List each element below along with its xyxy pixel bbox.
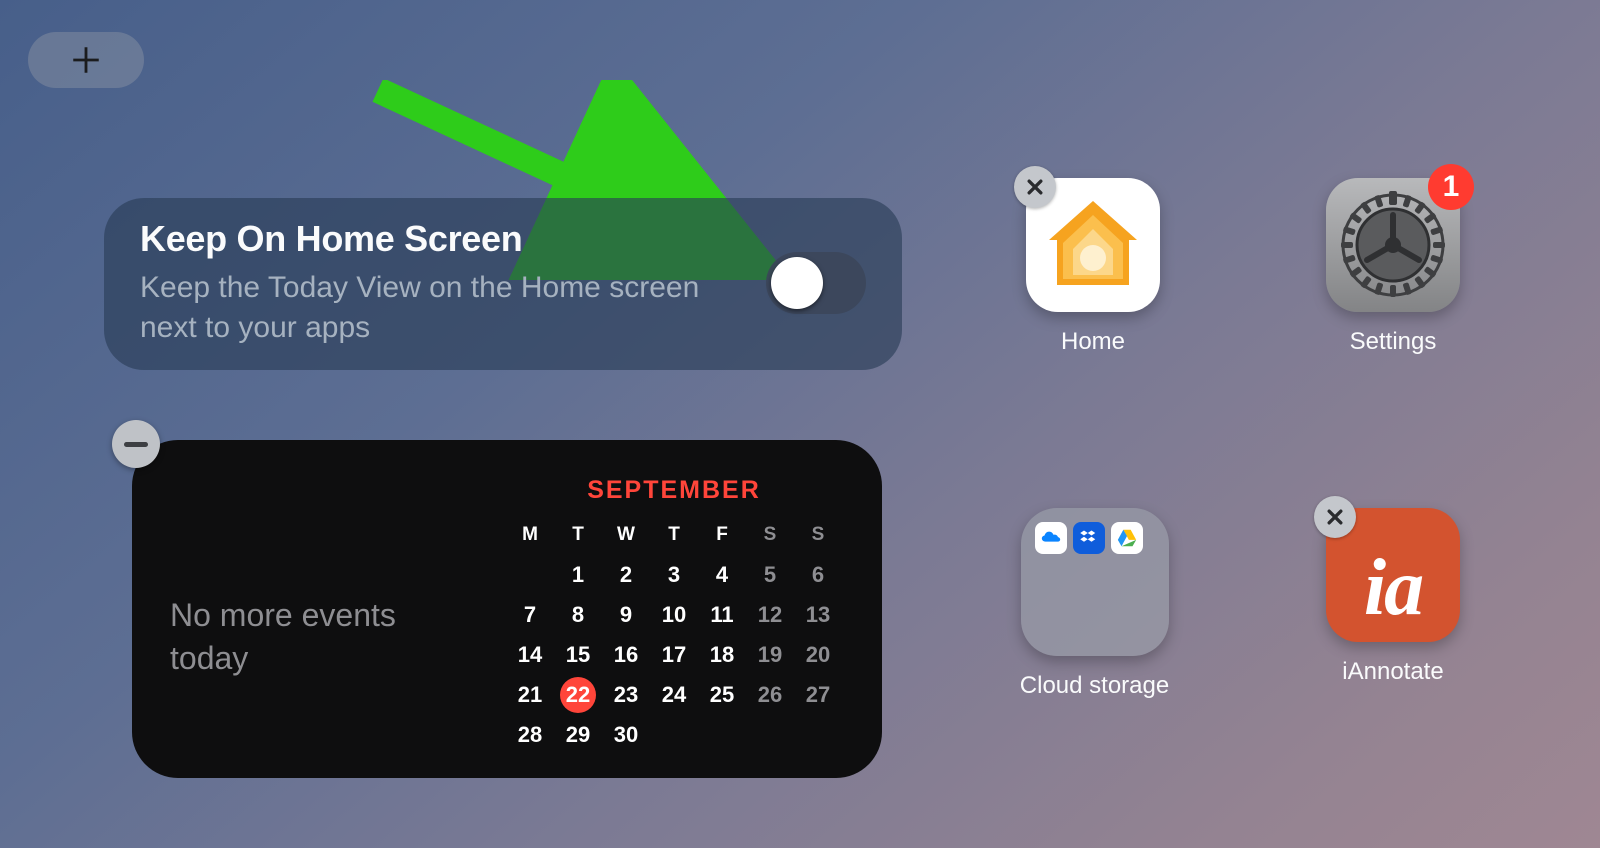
calendar-day-cell: 3: [651, 555, 697, 595]
folder-label: Cloud storage: [1002, 672, 1187, 700]
calendar-day-header: F: [699, 515, 745, 555]
google-drive-mini-icon: [1111, 522, 1143, 554]
calendar-day-header: T: [555, 515, 601, 555]
calendar-day-cell: 12: [747, 595, 793, 635]
calendar-day-cell: 28: [507, 715, 553, 755]
dropbox-mini-icon: [1073, 522, 1105, 554]
iannotate-icon-box: ia: [1326, 508, 1460, 642]
folder-contents: [1035, 522, 1155, 554]
calendar-day-cell: 24: [651, 675, 697, 715]
calendar-day-cell: 15: [555, 635, 601, 675]
calendar-grid: MTWTFSS123456789101112131415161718192021…: [507, 515, 841, 755]
app-settings[interactable]: 1: [1318, 178, 1468, 356]
calendar-day-cell: 13: [795, 595, 841, 635]
calendar-day-cell: 7: [507, 595, 553, 635]
remove-widget-button[interactable]: [112, 420, 160, 468]
calendar-day-cell: 21: [507, 675, 553, 715]
folder-icon-box: [1021, 508, 1169, 656]
calendar-day-cell: 25: [699, 675, 745, 715]
calendar-day-cell: [651, 715, 697, 755]
calendar-widget[interactable]: No more events today SEPTEMBER MTWTFSS12…: [132, 440, 882, 778]
calendar-day-cell: 6: [795, 555, 841, 595]
calendar-day-header: S: [795, 515, 841, 555]
calendar-day-cell: 27: [795, 675, 841, 715]
calendar-day-cell: 5: [747, 555, 793, 595]
folder-cloud-storage[interactable]: Cloud storage: [1002, 508, 1187, 700]
calendar-day-cell: 9: [603, 595, 649, 635]
keep-on-home-toggle[interactable]: [766, 252, 866, 314]
onedrive-mini-icon: [1035, 522, 1067, 554]
calendar-day-cell: 20: [795, 635, 841, 675]
delete-app-button[interactable]: [1314, 496, 1356, 538]
calendar-day-cell: 14: [507, 635, 553, 675]
calendar-day-cell: 18: [699, 635, 745, 675]
delete-app-button[interactable]: [1014, 166, 1056, 208]
close-icon: [1025, 177, 1045, 197]
app-home[interactable]: Home: [1018, 178, 1168, 356]
calendar-day-cell: 19: [747, 635, 793, 675]
notification-badge: 1: [1428, 164, 1474, 210]
calendar-day-cell: 8: [555, 595, 601, 635]
calendar-day-cell: 11: [699, 595, 745, 635]
calendar-day-cell: 1: [555, 555, 601, 595]
calendar-events-message: No more events today: [170, 594, 430, 680]
calendar-day-cell: 16: [603, 635, 649, 675]
calendar-day-cell: 23: [603, 675, 649, 715]
toggle-knob: [771, 257, 823, 309]
app-label: Home: [1018, 328, 1168, 356]
calendar-day-cell: 26: [747, 675, 793, 715]
home-icon-box: [1026, 178, 1160, 312]
calendar-day-header: W: [603, 515, 649, 555]
keep-on-home-card: Keep On Home Screen Keep the Today View …: [104, 198, 902, 370]
calendar-day-cell: 22: [555, 675, 601, 715]
calendar-day-cell: 4: [699, 555, 745, 595]
app-label: iAnnotate: [1318, 658, 1468, 686]
add-widget-button[interactable]: [28, 32, 144, 88]
calendar-day-cell: [507, 555, 553, 595]
calendar-day-cell: [747, 715, 793, 755]
calendar-month-label: SEPTEMBER: [587, 476, 761, 505]
calendar-day-cell: [795, 715, 841, 755]
gear-icon: [1337, 189, 1449, 301]
calendar-day-header: T: [651, 515, 697, 555]
plus-icon: [69, 43, 103, 77]
calendar-day-cell: 17: [651, 635, 697, 675]
calendar-day-cell: 30: [603, 715, 649, 755]
close-icon: [1325, 507, 1345, 527]
keep-on-home-title: Keep On Home Screen: [140, 218, 766, 260]
app-label: Settings: [1318, 328, 1468, 356]
calendar-day-header: M: [507, 515, 553, 555]
calendar-day-cell: [699, 715, 745, 755]
calendar-day-cell: 29: [555, 715, 601, 755]
calendar-day-cell: 10: [651, 595, 697, 635]
calendar-day-cell: 2: [603, 555, 649, 595]
app-iannotate[interactable]: ia iAnnotate: [1318, 508, 1468, 686]
settings-icon-box: 1: [1326, 178, 1460, 312]
minus-icon: [124, 442, 148, 447]
home-house-icon: [1043, 195, 1143, 295]
ia-icon: ia: [1364, 556, 1422, 620]
calendar-day-header: S: [747, 515, 793, 555]
keep-on-home-description: Keep the Today View on the Home screen n…: [140, 268, 740, 349]
